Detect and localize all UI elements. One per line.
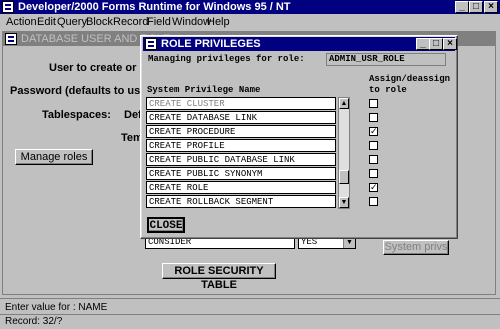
app-titlebar[interactable]: Developer/2000 Forms Runtime for Windows… [0,0,500,14]
scroll-thumb[interactable] [339,170,349,184]
privilege-name: CREATE CLUSTER [149,99,225,109]
role-field[interactable]: ADMIN_USR_ROLE [326,53,446,66]
assign-checkbox[interactable] [369,169,378,178]
privilege-name: CREATE ROLLBACK SEGMENT [149,197,274,207]
assign-checkbox[interactable] [369,99,378,108]
assign-checkbox[interactable] [369,197,378,206]
list-item[interactable]: CREATE PUBLIC DATABASE LINK [146,153,336,166]
privilege-name: CREATE PROCEDURE [149,127,236,137]
assign-checkbox[interactable]: ✓ [369,183,378,192]
list-item[interactable]: CREATE CLUSTER [146,97,336,110]
privilege-name: CREATE ROLE [149,183,209,193]
status-message: Enter value for : NAME [5,302,108,313]
dialog-icon[interactable] [145,38,157,50]
privilege-name: CREATE PROFILE [149,141,225,151]
tablespaces-label: Tablespaces: [42,109,111,121]
system-privs-button[interactable]: System privs [383,240,449,255]
list-item[interactable]: CREATE PUBLIC SYNONYM [146,167,336,180]
menu-action[interactable]: Action [6,15,37,29]
minimize-icon[interactable]: _ [455,1,469,13]
assign-column-header-line2: to role [369,85,407,95]
menu-block[interactable]: Block [86,15,113,29]
status-bar: Enter value for : NAME Record: 32/? [0,298,500,329]
menu-field[interactable]: Field [147,15,171,29]
list-scrollbar[interactable]: ▲ ▼ [338,97,350,209]
assign-checkbox[interactable] [369,113,378,122]
app-system-menu-icon[interactable] [2,1,14,13]
app-title: Developer/2000 Forms Runtime for Windows… [18,1,291,13]
privilege-column-header: System Privilege Name [147,85,261,95]
privilege-name: CREATE PUBLIC DATABASE LINK [149,155,295,165]
assign-column-header-line1: Assign/deassign [369,74,451,84]
main-window-icon[interactable] [5,33,17,45]
manage-roles-button[interactable]: Manage roles [15,149,93,165]
managing-label: Managing privileges for role: [148,54,305,64]
assign-checkbox[interactable] [369,155,378,164]
scroll-up-icon[interactable]: ▲ [339,98,349,109]
privilege-list: CREATE CLUSTER CREATE DATABASE LINK CREA… [146,97,336,209]
menu-record[interactable]: Record [113,15,148,29]
close-button[interactable]: CLOSE [147,217,185,233]
menu-help[interactable]: Help [207,15,230,29]
menu-bar: Action Edit Query Block Record Field Win… [0,14,500,30]
status-divider [0,314,500,315]
assign-checkbox[interactable]: ✓ [369,127,378,136]
dialog-maximize-icon[interactable]: □ [429,38,443,50]
privilege-name: CREATE DATABASE LINK [149,113,258,123]
dialog-minimize-icon[interactable]: _ [416,38,430,50]
menu-window[interactable]: Window [172,15,211,29]
menu-query[interactable]: Query [57,15,87,29]
role-privileges-dialog: ROLE PRIVILEGES _ □ × Managing privilege… [140,35,458,239]
list-item[interactable]: CREATE ROLE [146,181,336,194]
list-item[interactable]: CREATE PROCEDURE [146,125,336,138]
close-icon[interactable]: × [484,1,498,13]
maximize-icon[interactable]: □ [469,1,483,13]
list-item[interactable]: CREATE PROFILE [146,139,336,152]
menu-edit[interactable]: Edit [37,15,56,29]
record-indicator: Record: 32/? [5,316,63,327]
dialog-close-icon[interactable]: × [443,38,457,50]
assign-checkbox[interactable] [369,141,378,150]
dialog-title: ROLE PRIVILEGES [161,38,261,50]
privilege-name: CREATE PUBLIC SYNONYM [149,169,263,179]
list-item[interactable]: CREATE ROLLBACK SEGMENT [146,195,336,208]
dialog-titlebar[interactable]: ROLE PRIVILEGES _ □ × [143,37,457,51]
scroll-down-icon[interactable]: ▼ [339,197,349,208]
list-item[interactable]: CREATE DATABASE LINK [146,111,336,124]
role-security-table-button[interactable]: ROLE SECURITY TABLE [162,263,276,291]
